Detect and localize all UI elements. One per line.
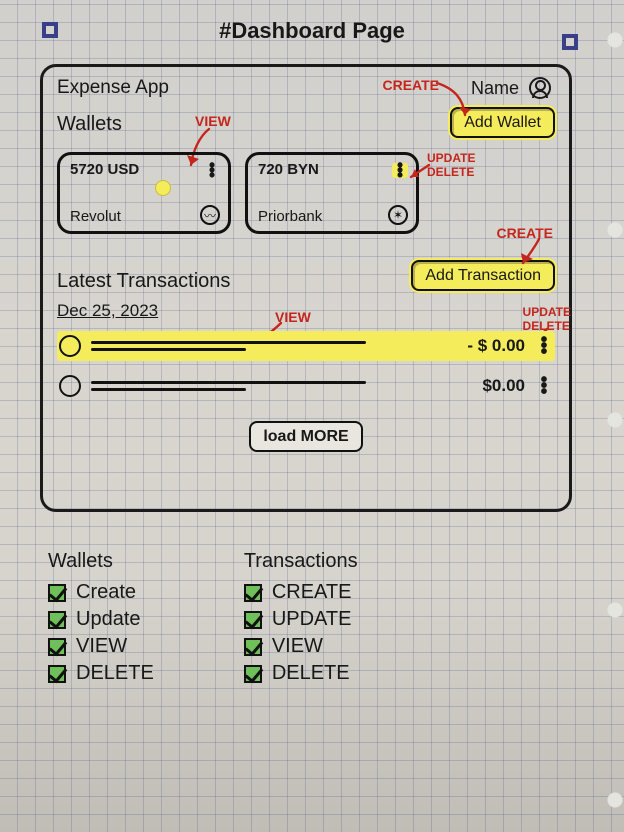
crud-item: VIEW [244, 635, 358, 658]
crud-transactions-heading: Transactions [244, 550, 358, 573]
checkbox-icon [244, 584, 262, 602]
crud-item: VIEW [48, 635, 154, 658]
transaction-menu-button[interactable]: ••• [535, 377, 553, 395]
crud-item: Create [48, 581, 154, 604]
checkbox-icon [48, 611, 66, 629]
annotation-create: CREATE [382, 77, 439, 93]
wallet-balance: 5720 USD [70, 161, 218, 178]
checkbox-icon [48, 584, 66, 602]
transaction-text-placeholder [91, 337, 435, 355]
transaction-amount: $0.00 [445, 376, 525, 396]
wallet-menu-button[interactable]: ••• [204, 163, 220, 178]
wallet-brand-icon: ✶ [388, 205, 408, 225]
annotation-create: CREATE [496, 225, 553, 241]
user-menu[interactable]: Name [471, 77, 551, 99]
crud-wallets-heading: Wallets [48, 550, 154, 573]
crud-item: UPDATE [244, 608, 358, 631]
annotation-view: VIEW [275, 309, 311, 325]
checkbox-icon [244, 611, 262, 629]
view-highlight-icon [156, 181, 170, 195]
transaction-amount: - $ 0.00 [445, 336, 525, 356]
transaction-row[interactable]: - $ 0.00 ••• [57, 331, 555, 361]
add-wallet-button[interactable]: Add Wallet [450, 107, 555, 138]
crud-checklist: Wallets Create Update VIEW DELETE Transa… [48, 550, 568, 689]
wallet-balance: 720 BYN [258, 161, 406, 178]
transaction-category-icon [59, 375, 81, 397]
dashboard-frame: Expense App Name CREATE Wallets Add Wall… [40, 64, 572, 512]
wallet-brand-icon: 〰 [200, 205, 220, 225]
annotation-view: VIEW [195, 113, 231, 129]
crud-item: DELETE [48, 662, 154, 685]
notebook-holes [606, 0, 624, 832]
transaction-menu-button[interactable]: ••• [535, 337, 553, 355]
page-title: #Dashboard Page [0, 18, 624, 44]
wallets-heading: Wallets [57, 113, 122, 136]
transaction-text-placeholder [91, 377, 435, 395]
load-more-button[interactable]: load MORE [249, 421, 362, 452]
add-transaction-button[interactable]: Add Transaction [411, 260, 555, 291]
checkbox-icon [48, 638, 66, 656]
avatar-icon [529, 77, 551, 99]
crud-item: Update [48, 608, 154, 631]
transactions-heading: Latest Transactions [57, 270, 230, 293]
wallet-card[interactable]: 720 BYN ••• Priorbank ✶ [245, 152, 419, 234]
wallet-bank: Revolut [70, 208, 121, 225]
wallet-card[interactable]: 5720 USD ••• Revolut 〰 [57, 152, 231, 234]
transaction-row[interactable]: $0.00 ••• [57, 371, 555, 401]
user-name-label: Name [471, 78, 519, 99]
checkbox-icon [244, 665, 262, 683]
app-name-label: Expense App [57, 77, 169, 99]
wallet-bank: Priorbank [258, 208, 322, 225]
checkbox-icon [244, 638, 262, 656]
annotation-update-delete: UPDATE DELETE [427, 151, 475, 179]
wallet-menu-button[interactable]: ••• [392, 163, 408, 178]
crud-item: DELETE [244, 662, 358, 685]
crud-item: CREATE [244, 581, 358, 604]
transaction-category-icon [59, 335, 81, 357]
checkbox-icon [48, 665, 66, 683]
